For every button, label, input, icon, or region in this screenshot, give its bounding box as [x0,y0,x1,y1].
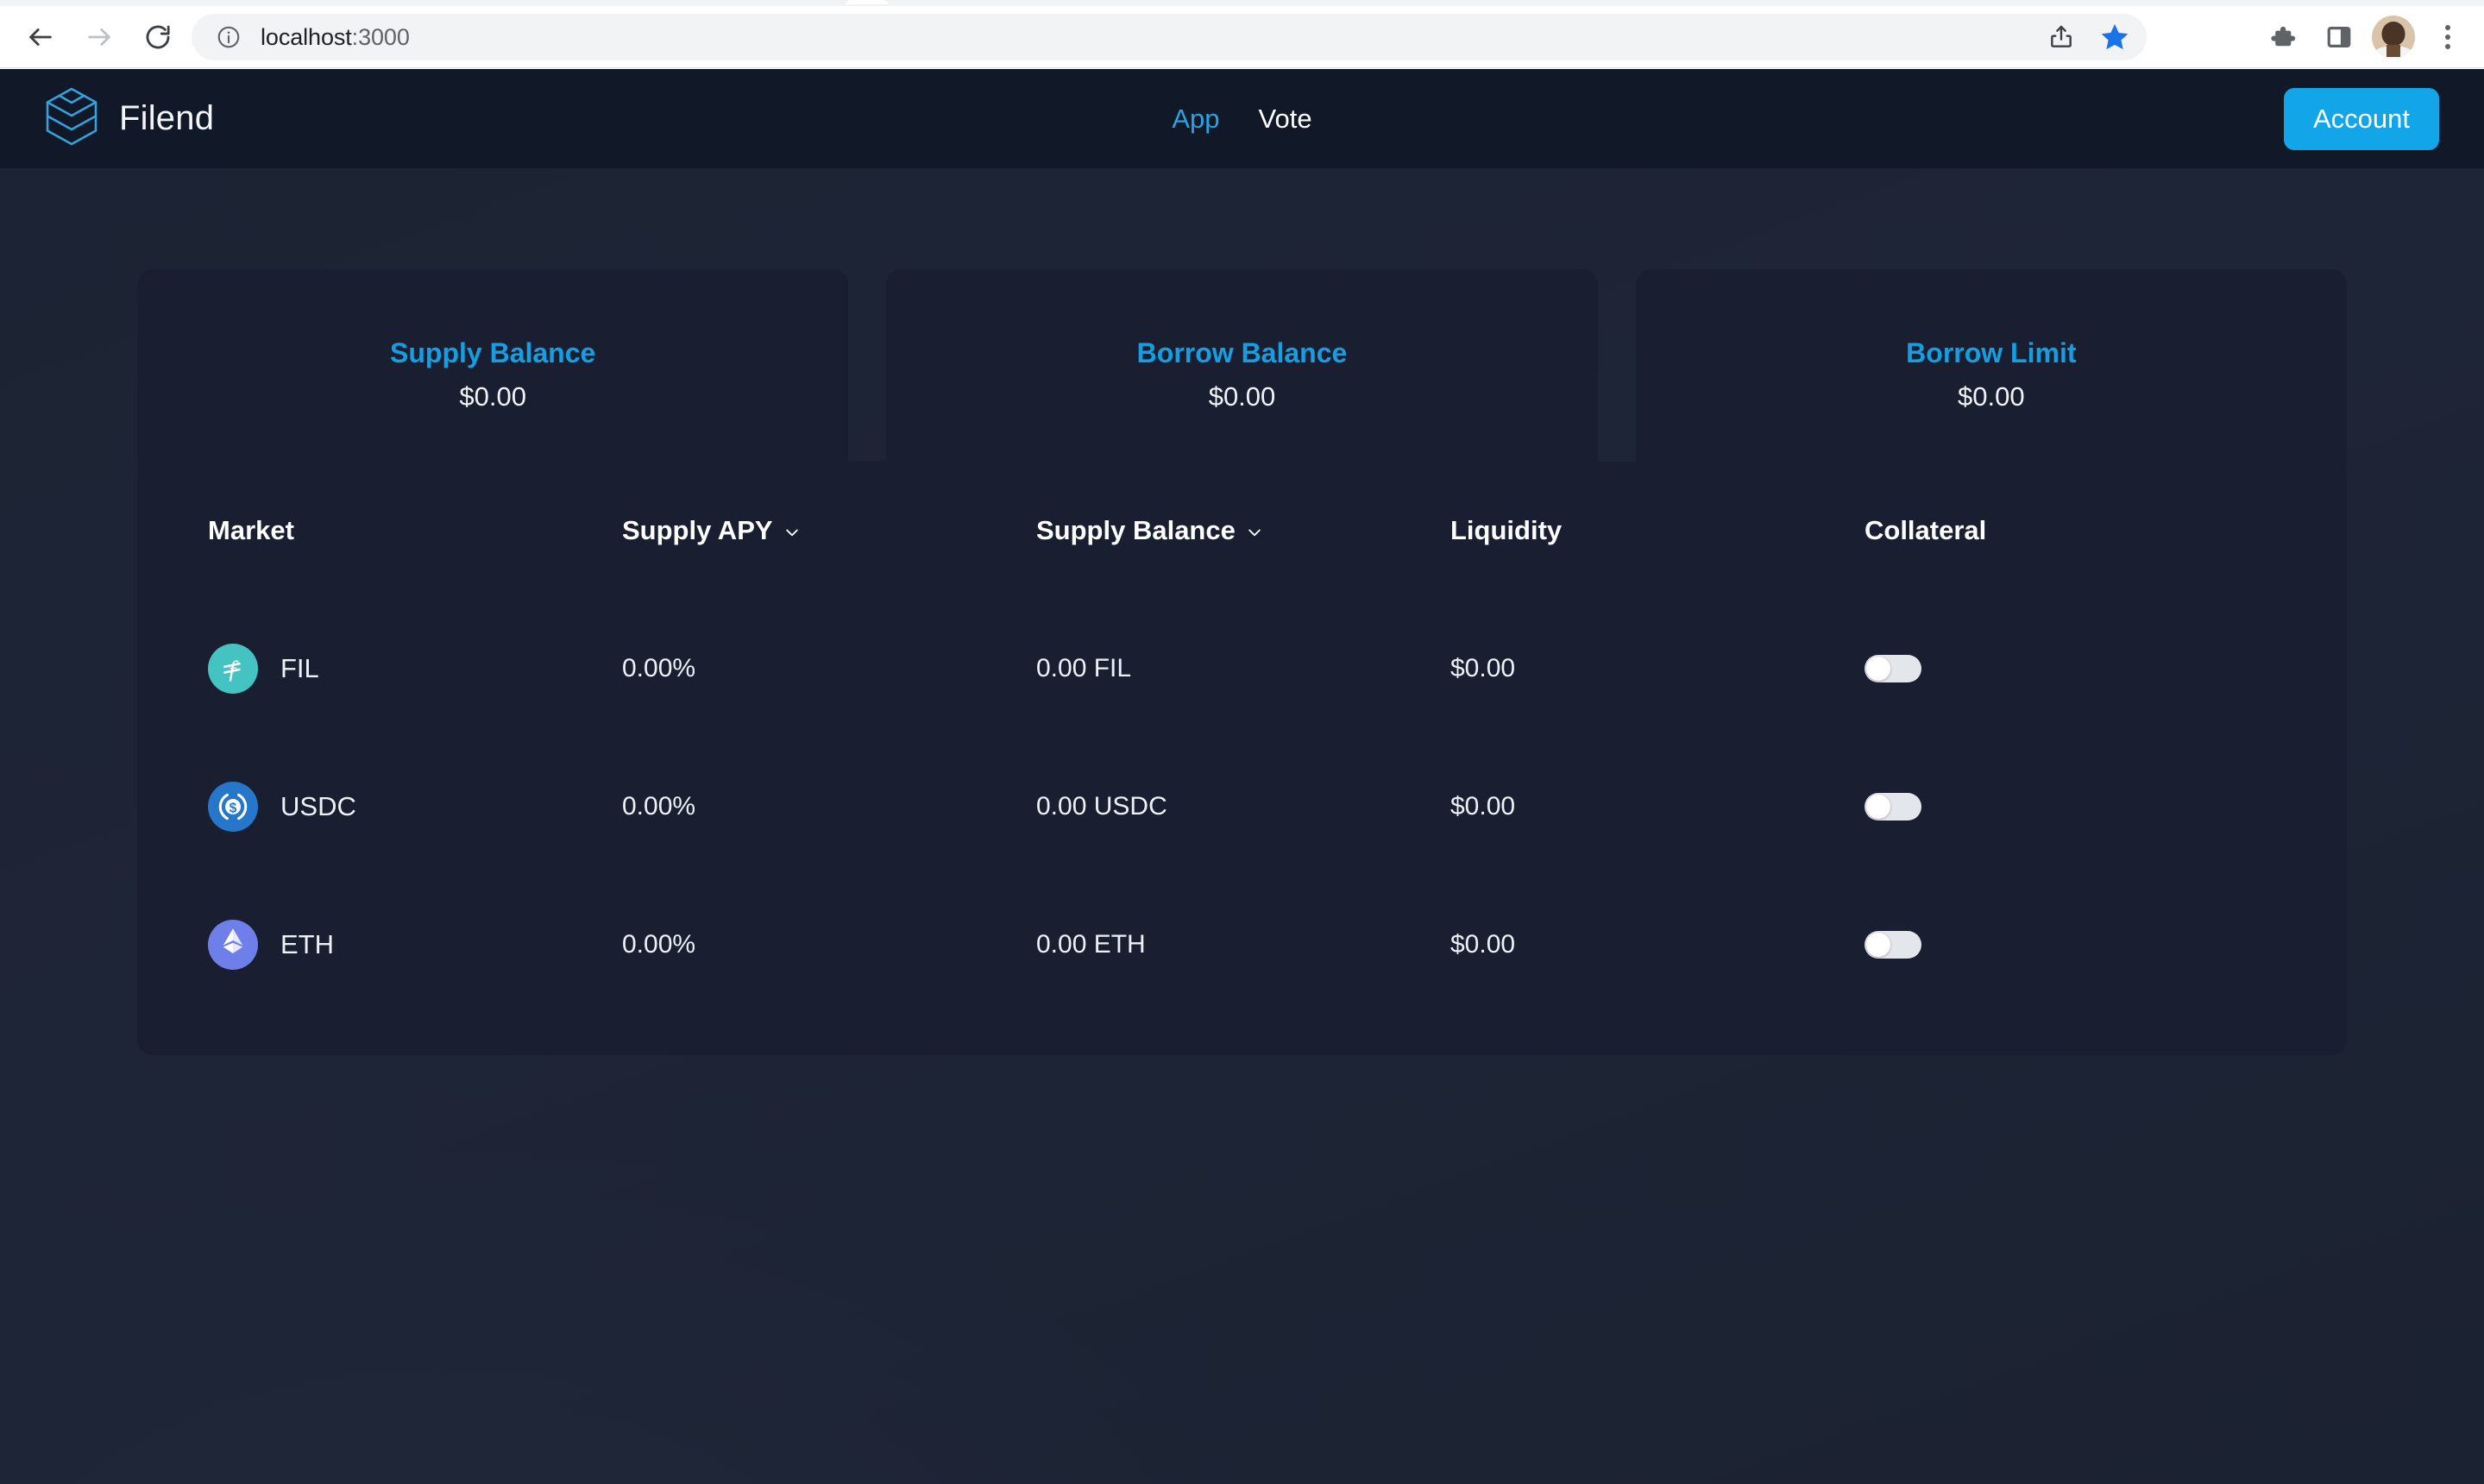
supply-apy-value: 0.00% [622,654,696,682]
stats-row: Supply Balance $0.00 Borrow Balance $0.0… [137,269,2347,480]
market-table: Market Supply APY Supply Balance Liquidi… [137,462,2347,1014]
liquidity-value: $0.00 [1450,930,1516,959]
collateral-cell [1865,793,2210,821]
market-symbol: USDC [280,791,356,821]
toggle-knob [1866,795,1890,819]
site-info-icon[interactable] [216,24,242,50]
stat-value: $0.00 [1958,380,2025,412]
collateral-toggle[interactable] [1865,793,1921,821]
stat-title: Borrow Balance [1136,336,1348,368]
menu-dots [2445,24,2450,49]
browser-chrome: localhost:3000 [0,0,2484,69]
supply-balance-value: 0.00 USDC [1036,792,1167,821]
column-header-collateral: Collateral [1865,515,2210,546]
three-dot-menu-icon[interactable] [2424,13,2472,61]
reload-icon[interactable] [131,10,185,64]
table-row[interactable]: $ USDC 0.00% 0.00 USDC $0.00 [137,738,2347,876]
column-header-market: Market [208,515,622,546]
stat-value: $0.00 [459,380,526,412]
collateral-cell [1865,931,2210,959]
market-symbol: ETH [280,929,334,959]
table-header-row: Market Supply APY Supply Balance Liquidi… [137,462,2347,600]
stat-card-borrow-limit: Borrow Limit $0.00 [1635,269,2347,480]
supply-balance-value: 0.00 FIL [1036,654,1132,682]
collateral-toggle[interactable] [1865,931,1921,959]
market-cell: $ USDC [208,782,622,832]
column-label: Market [208,515,294,545]
column-header-supply-apy[interactable]: Supply APY [622,515,1036,546]
profile-avatar[interactable] [2372,15,2415,59]
supply-apy-value: 0.00% [622,930,696,959]
bookmark-star-icon[interactable] [2091,13,2139,61]
browser-tab[interactable] [846,0,889,4]
nav-link-vote[interactable]: Vote [1259,104,1312,135]
browser-toolbar: localhost:3000 [0,6,2484,68]
table-row[interactable]: ƒ FIL 0.00% 0.00 FIL $0.00 [137,600,2347,738]
chevron-down-icon [783,524,801,541]
stat-value: $0.00 [1208,380,1276,412]
stat-card-supply-balance: Supply Balance $0.00 [137,269,849,480]
supply-apy-value: 0.00% [622,792,696,821]
market-cell: ETH [208,920,622,970]
column-header-supply-balance[interactable]: Supply Balance [1036,515,1450,546]
toggle-knob [1866,933,1890,957]
share-icon[interactable] [2037,13,2085,61]
extensions-puzzle-icon[interactable] [2258,13,2306,61]
address-bar[interactable]: localhost:3000 [192,14,2147,60]
avatar-neck [2387,44,2400,57]
app-viewport: Filend App Vote Account Supply Balance $… [0,69,2484,1484]
column-label: Supply APY [622,515,773,545]
stat-title: Supply Balance [390,336,596,368]
table-row[interactable]: ETH 0.00% 0.00 ETH $0.00 [137,876,2347,1014]
navigation-buttons [14,6,185,67]
supply-balance-value: 0.00 ETH [1036,930,1146,959]
back-arrow-icon[interactable] [14,10,67,64]
toolbar-actions [2258,6,2472,67]
nav-links: App Vote [1172,104,1311,135]
liquidity-value: $0.00 [1450,792,1516,821]
forward-arrow-icon[interactable] [72,10,126,64]
brand-logo-link[interactable]: Filend [45,87,214,150]
collateral-toggle[interactable] [1865,655,1921,682]
column-header-liquidity: Liquidity [1450,515,1865,546]
svg-text:$: $ [230,802,237,816]
filend-layers-logo [45,87,98,150]
tab-strip [0,0,2484,6]
avatar-face [2381,21,2405,46]
fil-coin-icon: ƒ [208,644,258,694]
column-label: Collateral [1865,515,1987,545]
collateral-cell [1865,655,2210,682]
url-host: localhost [261,23,352,50]
toggle-knob [1866,657,1890,681]
column-label: Liquidity [1450,515,1563,545]
market-cell: ƒ FIL [208,644,622,694]
market-symbol: FIL [280,653,319,683]
url-text: localhost:3000 [261,24,410,51]
stat-card-borrow-balance: Borrow Balance $0.00 [886,269,1598,480]
liquidity-value: $0.00 [1450,654,1516,682]
account-button[interactable]: Account [2283,87,2439,150]
side-panel-icon[interactable] [2315,13,2363,61]
omnibox-actions [2037,14,2146,60]
market-table-panel: Market Supply APY Supply Balance Liquidi… [137,462,2347,1055]
eth-coin-icon [208,920,258,970]
brand-name: Filend [119,99,215,137]
nav-link-app[interactable]: App [1172,104,1219,135]
column-label: Supply Balance [1036,515,1236,545]
url-port: :3000 [351,23,410,50]
app-navbar: Filend App Vote Account [0,69,2484,168]
stat-title: Borrow Limit [1906,336,2077,368]
chevron-down-icon [1246,524,1263,541]
usdc-coin-icon: $ [208,782,258,832]
